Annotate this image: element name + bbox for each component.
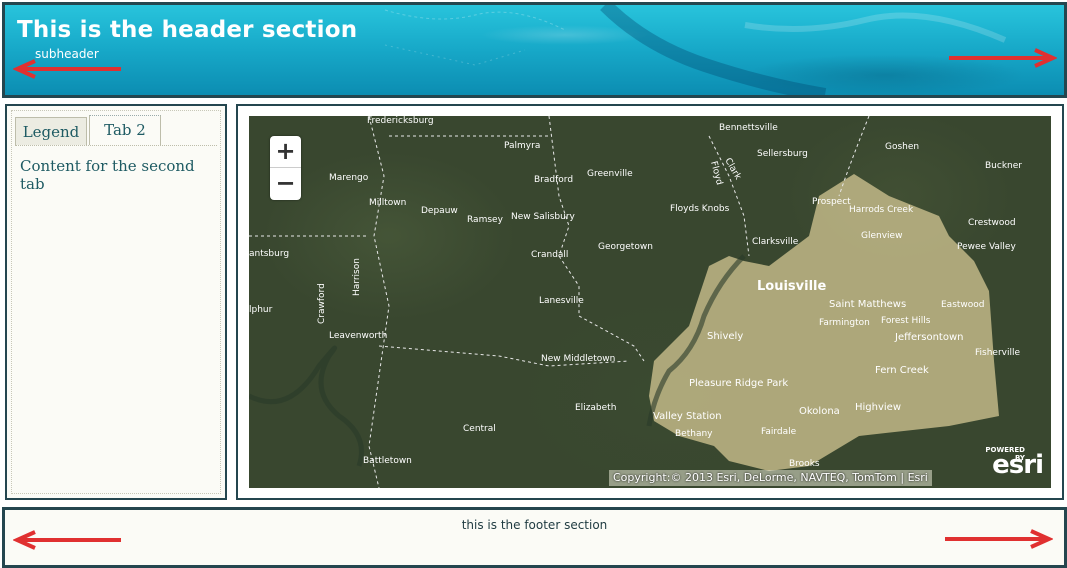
place-label: Bennettsville [719,123,778,133]
place-label: Ramsey [467,215,504,225]
map-imagery: Fredericksburg Palmyra Bennettsville Sel… [249,116,1022,488]
right-arrow-icon [949,48,1057,68]
left-arrow-icon [13,530,121,550]
zoom-control: + − [270,136,301,200]
right-arrow-icon [945,529,1053,549]
place-label: Bradford [534,175,573,185]
tab-container: Legend Tab 2 Content for the second tab [11,110,221,494]
tab-content: Content for the second tab [20,157,195,193]
place-label: Harrison [352,258,362,296]
place-label: Marengo [329,173,369,183]
place-label: Forest Hills [881,316,931,326]
place-label: Eastwood [941,300,985,310]
header-title: This is the header section [17,17,358,43]
place-label: Pleasure Ridge Park [689,378,788,389]
place-label: Glenview [861,231,902,241]
place-label: Crestwood [968,218,1016,228]
tab-legend[interactable]: Legend [15,117,87,145]
place-label: Crawford [317,283,327,324]
place-label: Farmington [819,318,870,328]
esri-wordmark: esri [992,450,1044,480]
place-label: Fisherville [975,348,1020,358]
place-label: Battletown [363,456,412,466]
place-label: Harrods Creek [849,205,914,215]
map-panel: Fredericksburg Palmyra Bennettsville Sel… [236,104,1064,500]
tab-2[interactable]: Tab 2 [89,115,161,145]
left-panel: Legend Tab 2 Content for the second tab [5,104,227,500]
tab-divider [15,145,217,146]
place-label: Leavenworth [329,331,387,341]
map-view[interactable]: Fredericksburg Palmyra Bennettsville Sel… [249,116,1051,488]
place-label: New Middletown [541,354,615,364]
zoom-in-button[interactable]: + [270,136,301,168]
place-label: New Salisbury [511,212,576,222]
place-label: Goshen [885,142,919,152]
esri-logo[interactable]: POWERED BY esri [983,444,1044,482]
place-label: Greenville [587,169,633,179]
place-label: Prospect [812,197,851,207]
place-label: Lanesville [539,296,584,306]
place-label: Jeffersontown [894,332,963,343]
place-label: Okolona [799,406,840,417]
footer-text: this is the footer section [461,518,608,532]
place-label: antsburg [249,249,289,259]
place-label: Fairdale [761,427,797,437]
place-label: Floyd [708,160,724,186]
place-label: Palmyra [504,141,540,151]
footer-section: this is the footer section [2,507,1067,568]
place-label: Buckner [985,161,1022,171]
left-arrow-icon [13,59,121,79]
place-label: Milltown [369,198,406,208]
place-label: Brooks [789,459,820,469]
place-label: Sellersburg [757,149,808,159]
place-label: Saint Matthews [829,299,906,310]
place-label: Fredericksburg [367,116,434,126]
place-label: Valley Station [653,411,722,422]
place-label: Depauw [421,206,458,216]
place-label: Floyds Knobs [670,204,730,214]
place-label: Louisville [757,279,827,294]
place-label: Georgetown [598,242,653,252]
place-label: Bethany [675,429,713,439]
map-attribution: Copyright:© 2013 Esri, DeLorme, NAVTEQ, … [609,470,932,486]
place-label: Shively [707,331,743,342]
place-label: Highview [855,402,901,413]
zoom-out-button[interactable]: − [270,168,301,199]
place-label: Crandall [531,250,568,260]
place-label: Central [463,424,496,434]
place-label: Clarksville [752,237,799,247]
place-label: Fern Creek [875,365,929,376]
place-label: Pewee Valley [957,242,1016,252]
place-label: Elizabeth [575,403,616,413]
place-label: lphur [249,305,273,315]
header-section: This is the header section subheader [2,2,1067,98]
